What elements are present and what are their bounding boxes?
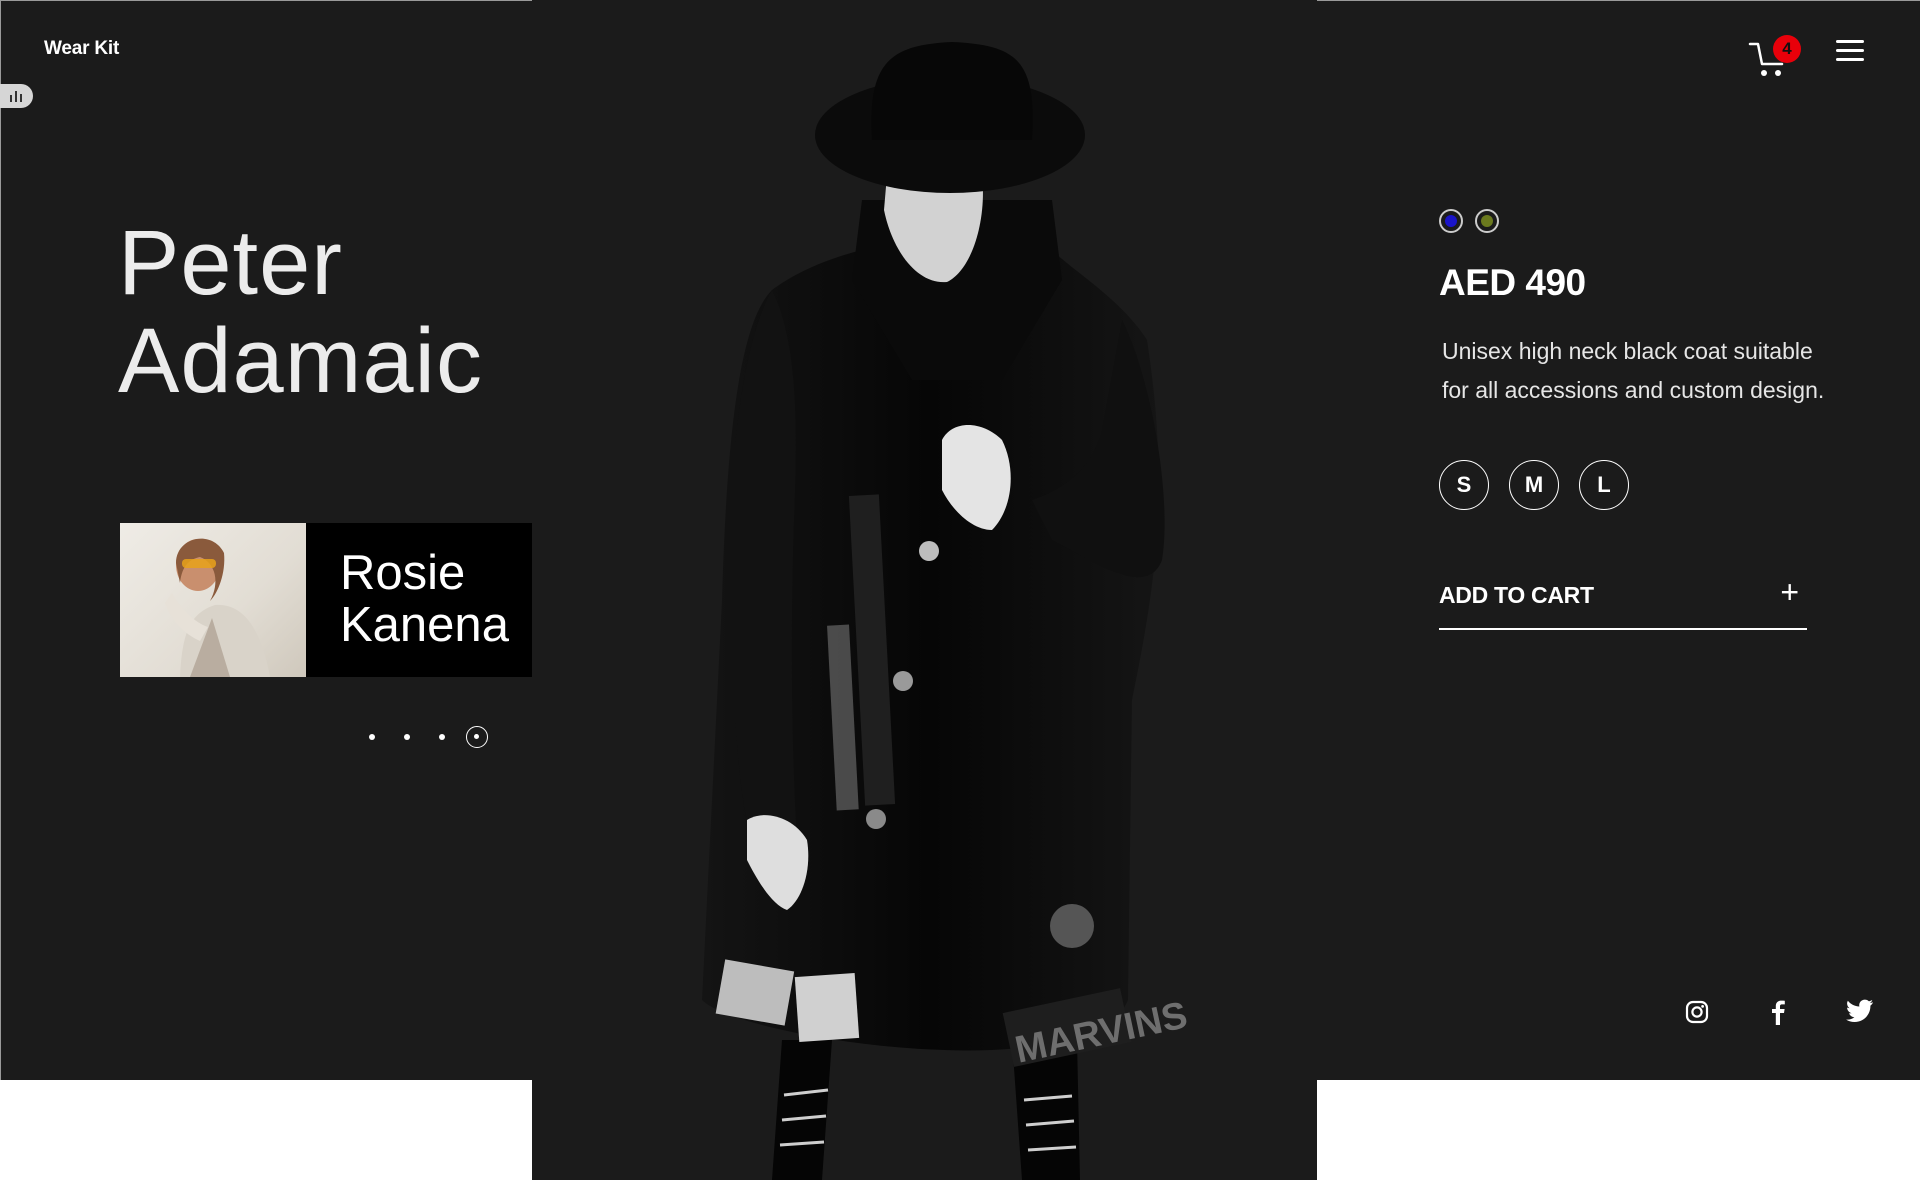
featured-name-line: Peter: [118, 212, 343, 314]
color-swatch-blue[interactable]: [1439, 209, 1463, 233]
next-designer-card[interactable]: Rosie Kanena: [120, 523, 532, 677]
divider: [1317, 0, 1920, 1]
description-line: Unisex high neck black coat suitable: [1442, 338, 1813, 364]
size-option-m[interactable]: M: [1509, 460, 1559, 510]
designer-thumbnail: [120, 523, 306, 677]
add-to-cart-label: ADD TO CART: [1439, 582, 1594, 608]
add-to-cart-button[interactable]: ADD TO CART +: [1439, 574, 1807, 630]
menu-button[interactable]: [1836, 38, 1866, 62]
color-swatch-olive[interactable]: [1475, 209, 1499, 233]
brand-logo[interactable]: Wear Kit: [44, 38, 119, 60]
cart-button[interactable]: 4: [1748, 34, 1801, 78]
product-description: Unisex high neck black coat suitable for…: [1442, 332, 1862, 410]
product-price: AED 490: [1439, 262, 1586, 303]
hero-product-image: MARVINS: [532, 0, 1317, 1180]
next-designer-name: Rosie Kanena: [340, 547, 509, 651]
featured-designer-name: Peter Adamaic: [118, 214, 538, 410]
pagination-dot[interactable]: [439, 734, 445, 740]
size-option-s[interactable]: S: [1439, 460, 1489, 510]
plus-icon: +: [1780, 574, 1799, 610]
next-name-line: Rosie: [340, 546, 466, 600]
hamburger-icon: [1836, 58, 1864, 61]
instagram-icon[interactable]: [1684, 999, 1712, 1027]
pagination-dot[interactable]: [404, 734, 410, 740]
divider: [0, 0, 1, 1080]
stats-tab[interactable]: [0, 84, 33, 108]
size-option-l[interactable]: L: [1579, 460, 1629, 510]
description-line: for all accessions and custom design.: [1442, 377, 1825, 403]
twitter-icon[interactable]: [1846, 999, 1874, 1027]
pagination-dot[interactable]: [369, 734, 375, 740]
featured-name-line: Adamaic: [118, 310, 483, 412]
divider: [0, 0, 532, 1]
hamburger-icon: [1836, 49, 1864, 52]
hamburger-icon: [1836, 40, 1864, 43]
model-figure: MARVINS: [702, 42, 1191, 1180]
next-name-line: Kanena: [340, 598, 509, 652]
facebook-icon[interactable]: [1766, 999, 1794, 1027]
pagination-dot-active[interactable]: [466, 726, 488, 748]
cart-count-badge: 4: [1773, 35, 1801, 63]
bar-chart-icon: [10, 91, 22, 102]
designer-photo: [165, 538, 270, 677]
